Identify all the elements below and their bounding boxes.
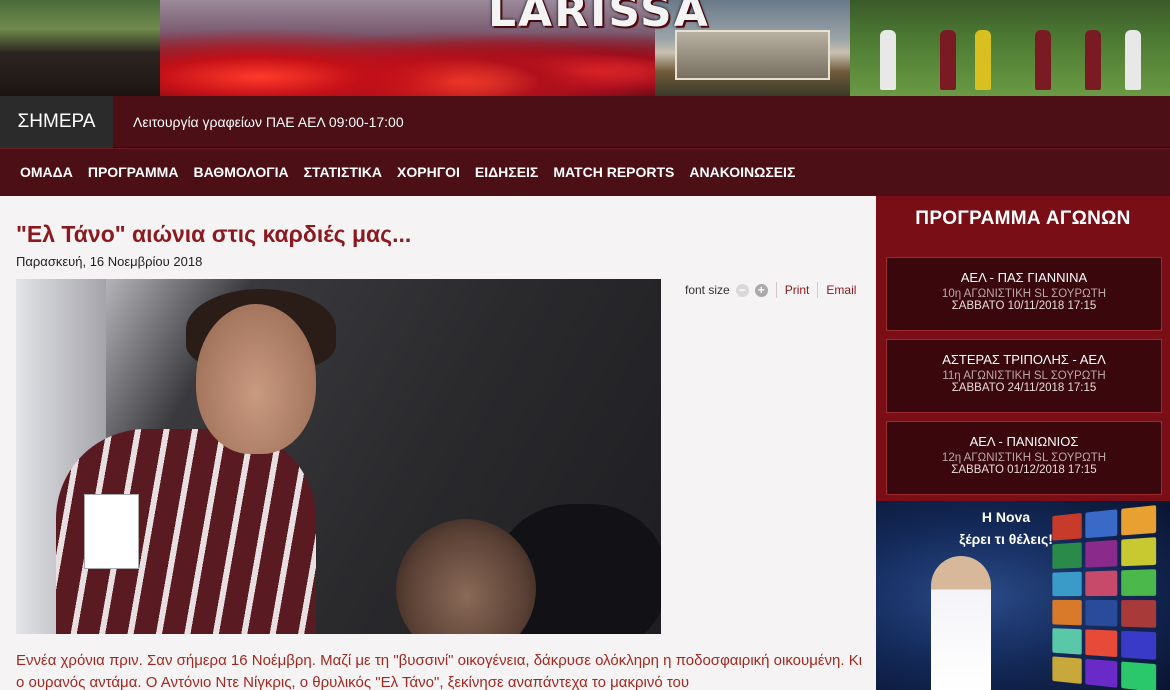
match-round: 10η ΑΓΩΝΙΣΤΙΚΗ SL ΣΟΥΡΩΤΗ bbox=[941, 288, 1107, 300]
nav-item-sponsors[interactable]: ΧΟΡΗΓΟΙ bbox=[397, 149, 460, 195]
news-ticker: ΣΗΜΕΡΑ Λειτουργία γραφείων ΠΑΕ ΑΕΛ 09:00… bbox=[0, 96, 1170, 148]
nav-item-standings[interactable]: ΒΑΘΜΟΛΟΓΙΑ bbox=[193, 149, 288, 195]
match-teams: ΑΕΛ - ΠΑΝΙΩΝΙΟΣ bbox=[969, 434, 1079, 449]
article-area: "Ελ Τάνο" αιώνια στις καρδιές μας... Παρ… bbox=[0, 196, 876, 690]
match-card[interactable]: ΑΕΛ - ΠΑΣ ΓΙΑΝΝΙΝΑ 10η ΑΓΩΝΙΣΤΙΚΗ SL ΣΟΥ… bbox=[886, 257, 1162, 331]
font-size-label: font size bbox=[685, 283, 730, 297]
article-photo bbox=[16, 279, 661, 634]
print-link[interactable]: Print bbox=[785, 283, 810, 297]
match-teams: ΑΕΛ - ΠΑΣ ΓΙΑΝΝΙΝΑ bbox=[960, 270, 1088, 285]
nav-item-news[interactable]: ΕΙΔΗΣΕΙΣ bbox=[475, 149, 538, 195]
article-title[interactable]: "Ελ Τάνο" αιώνια στις καρδιές μας... bbox=[16, 221, 411, 248]
article-date: Παρασκευή, 16 Νοεμβρίου 2018 bbox=[16, 254, 203, 269]
match-schedule-panel: ΠΡΟΓΡΑΜΜΑ ΑΓΩΝΩΝ ΑΕΛ - ΠΑΣ ΓΙΑΝΝΙΝΑ 10η … bbox=[876, 196, 1170, 501]
nav-item-schedule[interactable]: ΠΡΟΓΡΑΜΜΑ bbox=[88, 149, 179, 195]
match-teams: ΑΣΤΕΡΑΣ ΤΡΙΠΟΛΗΣ - ΑΕΛ bbox=[942, 352, 1106, 367]
main-navigation: ΟΜΑΔΑ ΠΡΟΓΡΑΜΜΑ ΒΑΘΜΟΛΟΓΙΑ ΣΤΑΤΙΣΤΙΚΑ ΧΟ… bbox=[0, 148, 1170, 196]
banner-photo-crowd bbox=[0, 0, 160, 96]
article-body: Εννέα χρόνια πριν. Σαν σήμερα 16 Νοέμβρη… bbox=[16, 652, 863, 690]
ad-person-image bbox=[931, 556, 991, 690]
nav-item-match-reports[interactable]: MATCH REPORTS bbox=[553, 149, 674, 195]
email-link[interactable]: Email bbox=[826, 283, 856, 297]
article-tools: font size − + Print Email bbox=[685, 282, 856, 298]
header-banner: LARISSA bbox=[0, 0, 1170, 96]
match-card[interactable]: ΑΕΛ - ΠΑΝΙΩΝΙΟΣ 12η ΑΓΩΝΙΣΤΙΚΗ SL ΣΟΥΡΩΤ… bbox=[886, 421, 1162, 495]
ticker-item[interactable]: Λειτουργία γραφείων ΠΑΕ ΑΕΛ 09:00-17:00 bbox=[133, 96, 404, 148]
ticker-label: ΣΗΜΕΡΑ bbox=[0, 96, 113, 148]
site-logo[interactable]: LARISSA bbox=[488, 0, 710, 37]
nav-item-statistics[interactable]: ΣΤΑΤΙΣΤΙΚΑ bbox=[304, 149, 382, 195]
banner-photo-match bbox=[850, 0, 1170, 96]
schedule-title[interactable]: ΠΡΟΓΡΑΜΜΑ ΑΓΩΝΩΝ bbox=[876, 208, 1170, 230]
nav-item-announcements[interactable]: ΑΝΑΚΟΙΝΩΣΕΙΣ bbox=[689, 149, 795, 195]
match-datetime: ΣΑΒΒΑΤΟ 01/12/2018 17:15 bbox=[951, 464, 1097, 476]
advertisement-banner[interactable]: Η Nova ξέρει τι θέλεις! bbox=[876, 501, 1170, 690]
match-card[interactable]: ΑΣΤΕΡΑΣ ΤΡΙΠΟΛΗΣ - ΑΕΛ 11η ΑΓΩΝΙΣΤΙΚΗ SL… bbox=[886, 339, 1162, 413]
match-datetime: ΣΑΒΒΑΤΟ 24/11/2018 17:15 bbox=[951, 382, 1097, 394]
match-datetime: ΣΑΒΒΑΤΟ 10/11/2018 17:15 bbox=[951, 300, 1097, 312]
font-decrease-icon[interactable]: − bbox=[735, 283, 749, 297]
font-increase-icon[interactable]: + bbox=[754, 283, 768, 297]
nav-item-team[interactable]: ΟΜΑΔΑ bbox=[20, 149, 73, 195]
match-round: 12η ΑΓΩΝΙΣΤΙΚΗ SL ΣΟΥΡΩΤΗ bbox=[941, 452, 1107, 464]
ad-screens-image bbox=[1052, 505, 1157, 690]
match-round: 11η ΑΓΩΝΙΣΤΙΚΗ SL ΣΟΥΡΩΤΗ bbox=[942, 370, 1106, 382]
